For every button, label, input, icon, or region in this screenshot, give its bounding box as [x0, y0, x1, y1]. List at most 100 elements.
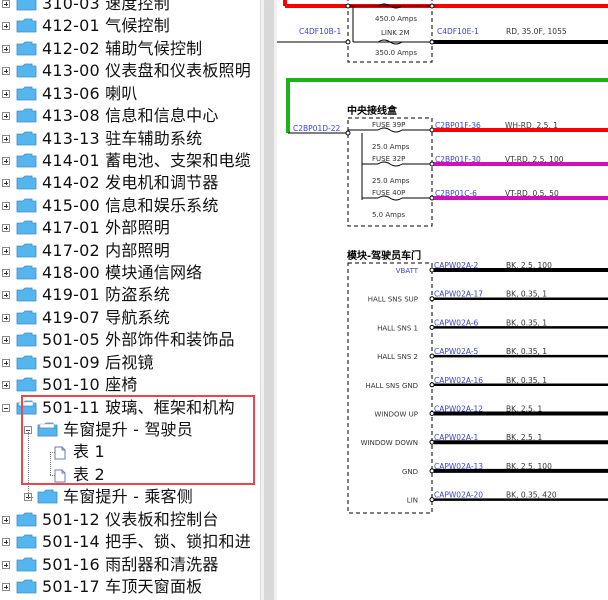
expand-icon[interactable]: [2, 358, 10, 367]
expand-icon[interactable]: [2, 246, 10, 255]
tree-item-label: 表 1: [73, 442, 105, 462]
expand-icon[interactable]: [2, 112, 10, 121]
tree-item[interactable]: 表 2: [0, 465, 260, 487]
tree-item[interactable]: 501-14 把手、锁、锁扣和进: [0, 532, 260, 554]
tree-item[interactable]: 419-01 防盗系统: [0, 285, 260, 307]
expand-icon[interactable]: [2, 291, 10, 300]
tree-item[interactable]: 413-00 仪表盘和仪表板照明: [0, 61, 260, 83]
tree-item-label: 413-13 驻车辅助系统: [42, 128, 203, 148]
tree-item[interactable]: 412-02 辅助气候控制: [0, 39, 260, 61]
tree-item-label: 501-12 仪表板和控制台: [42, 509, 219, 529]
connector-label: C2BP01F-30: [435, 155, 481, 164]
folder-icon: [16, 198, 37, 213]
fuse-amps-text: 450.0 Amps: [375, 15, 417, 23]
tree-item[interactable]: 417-01 外部照明: [0, 218, 260, 240]
expand-icon[interactable]: [2, 44, 10, 53]
folder-icon: [16, 243, 37, 258]
document-icon: [54, 468, 66, 483]
tree-item[interactable]: 501-10 座椅: [0, 375, 260, 397]
expand-icon[interactable]: [2, 224, 10, 233]
tree-item[interactable]: 413-08 信息和信息中心: [0, 106, 260, 128]
connector-label: CAPW02A-2: [434, 261, 479, 270]
expand-icon[interactable]: [2, 89, 10, 98]
expand-icon[interactable]: [2, 560, 10, 569]
tree-item[interactable]: 501-11 玻璃、框架和机构: [0, 398, 260, 420]
wire-spec: BK, 2.5, 1: [506, 433, 543, 442]
tree-item[interactable]: 501-17 车顶天窗面板: [0, 577, 260, 599]
tree-item[interactable]: 501-09 后视镜: [0, 353, 260, 375]
wire-spec-top: RD, 35.0F, 1055: [506, 27, 567, 36]
fuse-amps: 25.0 Amps: [372, 177, 410, 185]
expand-icon[interactable]: [2, 336, 10, 345]
tree-item-label: 419-07 导航系统: [42, 307, 170, 327]
expand-icon[interactable]: [2, 515, 10, 524]
expand-icon[interactable]: [2, 269, 10, 278]
tree-item[interactable]: 表 1: [0, 442, 260, 464]
connector-label: CAPW02A-6: [434, 318, 479, 327]
pin-name: WINDOW UP: [374, 411, 418, 419]
tree-item-label: 501-11 玻璃、框架和机构: [42, 397, 235, 417]
tree-scrollbar[interactable]: [260, 0, 277, 600]
expand-icon[interactable]: [2, 0, 10, 8]
expand-icon[interactable]: [2, 582, 10, 591]
tree-item[interactable]: 418-00 模块通信网络: [0, 263, 260, 285]
tree-item[interactable]: 414-02 发电机和调节器: [0, 173, 260, 195]
tree-item[interactable]: 413-13 驻车辅助系统: [0, 129, 260, 151]
wire-spec: VT-RD, 0.5, 50: [505, 189, 559, 198]
folder-icon: [16, 220, 37, 235]
tree-item[interactable]: 414-01 蓄电池、支架和电缆: [0, 151, 260, 173]
junction-box-title: 中央接线盒: [347, 104, 398, 117]
tree-guide-line: [28, 497, 33, 499]
connector-label: CAPW02A-1: [434, 433, 479, 442]
tree-item[interactable]: 501-12 仪表板和控制台: [0, 510, 260, 532]
fuse-name: FUSE 32P: [372, 155, 405, 163]
tree-item[interactable]: 车窗提升 - 乘客侧: [0, 487, 260, 509]
expand-icon[interactable]: [2, 179, 10, 188]
expand-icon[interactable]: [2, 313, 10, 322]
tree-item-label: 413-06 喇叭: [42, 83, 138, 103]
tree-guide-line: [50, 474, 55, 476]
folder-icon: [16, 557, 37, 572]
expand-icon[interactable]: [2, 134, 10, 143]
wire-spec: BK, 2.5, 100: [506, 261, 552, 270]
tree-item-label: 412-02 辅助气候控制: [42, 38, 203, 58]
tree-item[interactable]: 501-16 雨刮器和清洗器: [0, 555, 260, 577]
link-name-text: LINK 2M: [381, 29, 410, 37]
collapse-icon[interactable]: [2, 403, 10, 412]
tree-guide-line: [50, 452, 55, 454]
tree-item[interactable]: 412-01 气候控制: [0, 16, 260, 38]
fuse-name: FUSE 39P: [372, 121, 405, 129]
tree-item[interactable]: 310-03 速度控制: [0, 0, 260, 16]
module-pin: HALL SNS GND CAPW02A-16 BK, 0.35, 1: [366, 376, 608, 390]
tree-item[interactable]: 419-07 导航系统: [0, 308, 260, 330]
connector-label: CAPW02A-12: [434, 405, 483, 414]
expand-icon[interactable]: [2, 381, 10, 390]
expand-icon[interactable]: [2, 201, 10, 210]
tree-item[interactable]: 413-06 喇叭: [0, 84, 260, 106]
wire-spec: BK, 0.35, 1: [506, 290, 547, 299]
folder-icon: [37, 489, 58, 504]
tree-guide-line: [50, 452, 51, 475]
tree-item-label: 车窗提升 - 乘客侧: [63, 487, 193, 507]
expand-icon[interactable]: [2, 538, 10, 547]
wire-spec: BK, 2.5, 1: [506, 405, 543, 414]
tree-item-label: 310-03 速度控制: [42, 0, 170, 13]
driver-door-module: 模块-驾驶员车门 VBATT CAPW02A-2 BK, 2.5, 100 HALL …: [347, 249, 608, 514]
tree-item[interactable]: 417-02 内部照明: [0, 241, 260, 263]
connector-label: CAPW02A-20: [434, 491, 483, 500]
module-pin: HALL SNS 1 CAPW02A-6 BK, 0.35, 1: [377, 318, 608, 332]
wire-spec: BK, 2.5, 100: [506, 462, 552, 471]
tree-item[interactable]: 501-05 外部饰件和装饰品: [0, 330, 260, 352]
module-pin: WINDOW DOWN CAPW02A-1 BK, 2.5, 1: [361, 433, 608, 447]
expand-icon[interactable]: [2, 22, 10, 31]
tree-item-label: 501-17 车顶天窗面板: [42, 576, 203, 596]
expand-icon[interactable]: [2, 67, 10, 76]
folder-icon: [16, 108, 37, 123]
tree-item[interactable]: 车窗提升 - 驾驶员: [0, 420, 260, 442]
folder-icon: [16, 310, 37, 325]
scrollbar-thumb[interactable]: [264, 0, 274, 600]
folder-open-icon: [16, 400, 37, 415]
expand-icon[interactable]: [2, 156, 10, 165]
module-pin: WINDOW UP CAPW02A-12 BK, 2.5, 1: [374, 405, 608, 419]
tree-item[interactable]: 415-00 信息和娱乐系统: [0, 196, 260, 218]
